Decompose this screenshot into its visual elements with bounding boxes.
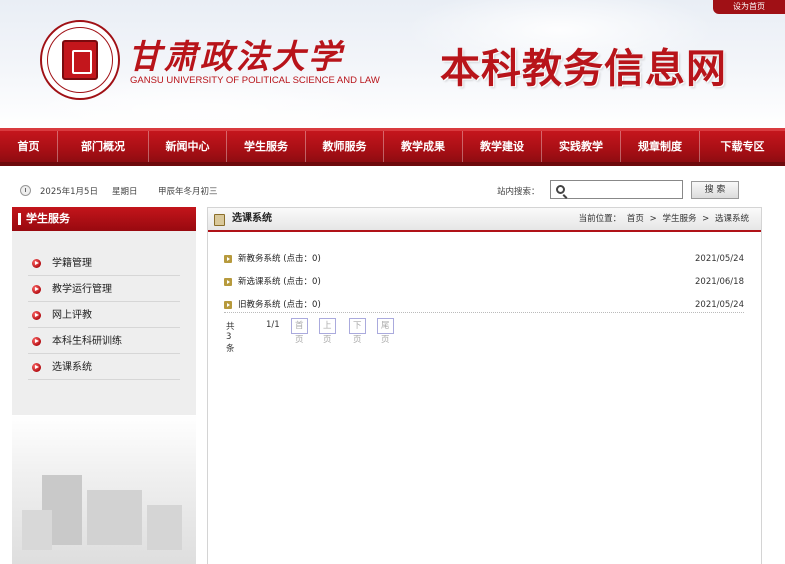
sidebar-list: 学籍管理 教学运行管理 网上评教 本科生科研训练 选课系统 [12, 251, 196, 380]
info-bar: 2025年1月5日 星期日 甲辰年冬月初三 站内搜索： 搜 索 [0, 178, 785, 204]
list-item-clicks: (点击：0) [283, 300, 321, 310]
content-title: 选课系统 [232, 213, 272, 224]
bullet-arrow-icon [32, 363, 41, 372]
page-number: 1/1 [266, 320, 280, 330]
sidebar-item-label: 学籍管理 [52, 258, 92, 269]
search-label: 站内搜索： [497, 187, 540, 197]
list-item-clicks: (点击：0) [283, 277, 321, 287]
campus-image [12, 415, 196, 564]
content-header: 选课系统 当前位置： 首页 > 学生服务 > 选课系统 [208, 208, 761, 232]
nav-item-regulations[interactable]: 规章制度 [621, 131, 700, 162]
list-item[interactable]: 新教务系统 (点击：0) 2021/05/24 [224, 252, 744, 275]
bullet-arrow-icon [32, 311, 41, 320]
university-name-cn: 甘肃政法大学 [128, 37, 344, 76]
arrow-right-icon [224, 255, 232, 263]
sidebar-item-student-status[interactable]: 学籍管理 [28, 251, 180, 276]
next-page-button[interactable]: 下页 [349, 318, 366, 345]
sidebar-item-label: 教学运行管理 [52, 284, 112, 295]
lunar-date: 甲辰年冬月初三 [158, 187, 218, 197]
breadcrumb-separator: > [702, 214, 710, 224]
last-page-button[interactable]: 尾页 [377, 318, 394, 345]
total-count: 共3条 [226, 322, 235, 354]
clock-icon [20, 185, 31, 196]
site-title: 本科教务信息网 [440, 46, 727, 92]
nav-item-teaching-construction[interactable]: 教学建设 [463, 131, 542, 162]
breadcrumb-student-services[interactable]: 学生服务 [662, 214, 696, 224]
nav-item-teacher-services[interactable]: 教师服务 [306, 131, 384, 162]
nav-item-departments[interactable]: 部门概况 [58, 131, 149, 162]
prev-page-button[interactable]: 上页 [319, 318, 336, 345]
university-seal-logo [40, 20, 120, 100]
bullet-arrow-icon [32, 285, 41, 294]
sidebar-item-label: 网上评教 [52, 310, 92, 321]
list-item-title[interactable]: 新教务系统 [238, 254, 281, 264]
list-item-date: 2021/06/18 [695, 277, 744, 287]
breadcrumb-current: 选课系统 [714, 214, 749, 224]
nav-item-downloads[interactable]: 下载专区 [700, 131, 785, 162]
site-header: 设为首页 甘肃政法大学 GANSU UNIVERSITY OF POLITICA… [0, 0, 785, 128]
main-nav: 首页 部门概况 新闻中心 学生服务 教师服务 教学成果 教学建设 实践教学 规章… [0, 128, 785, 166]
bullet-arrow-icon [32, 337, 41, 346]
article-list: 新教务系统 (点击：0) 2021/05/24 新选课系统 (点击：0) 202… [224, 252, 744, 313]
current-weekday: 星期日 [112, 187, 138, 197]
search-box [550, 180, 683, 199]
sidebar: 学生服务 学籍管理 教学运行管理 网上评教 本科生科研训练 选课系统 [12, 207, 196, 564]
breadcrumb: 当前位置： 首页 > 学生服务 > 选课系统 [576, 208, 749, 230]
sidebar-item-online-evaluation[interactable]: 网上评教 [28, 303, 180, 328]
list-item-date: 2021/05/24 [695, 254, 744, 264]
list-item-title[interactable]: 新选课系统 [238, 277, 281, 287]
breadcrumb-home[interactable]: 首页 [627, 214, 644, 224]
list-item[interactable]: 新选课系统 (点击：0) 2021/06/18 [224, 275, 744, 298]
search-input[interactable] [571, 183, 679, 196]
nav-item-practice-teaching[interactable]: 实践教学 [542, 131, 621, 162]
nav-item-home[interactable]: 首页 [0, 131, 58, 162]
sidebar-item-label: 选课系统 [52, 362, 92, 373]
sidebar-title: 学生服务 [12, 207, 196, 231]
nav-item-teaching-results[interactable]: 教学成果 [384, 131, 463, 162]
breadcrumb-label: 当前位置： [578, 214, 622, 224]
bullet-arrow-icon [32, 259, 41, 268]
list-item-title[interactable]: 旧教务系统 [238, 300, 281, 310]
nav-item-student-services[interactable]: 学生服务 [227, 131, 306, 162]
sidebar-item-teaching-operation[interactable]: 教学运行管理 [28, 277, 180, 302]
current-date: 2025年1月5日 [40, 187, 98, 197]
arrow-right-icon [224, 301, 232, 309]
university-name-en: GANSU UNIVERSITY OF POLITICAL SCIENCE AN… [130, 75, 380, 86]
sidebar-item-research-training[interactable]: 本科生科研训练 [28, 329, 180, 354]
search-button[interactable]: 搜 索 [691, 181, 739, 199]
breadcrumb-separator: > [649, 214, 657, 224]
search-icon [556, 185, 565, 194]
list-item-clicks: (点击：0) [283, 254, 321, 264]
list-item-date: 2021/05/24 [695, 300, 744, 310]
nav-item-news[interactable]: 新闻中心 [149, 131, 227, 162]
main-content: 选课系统 当前位置： 首页 > 学生服务 > 选课系统 新教务系统 (点击：0)… [207, 207, 762, 564]
sidebar-item-course-selection[interactable]: 选课系统 [28, 355, 180, 380]
first-page-button[interactable]: 首页 [291, 318, 308, 345]
set-homepage-link[interactable]: 设为首页 [713, 0, 785, 14]
list-item[interactable]: 旧教务系统 (点击：0) 2021/05/24 [224, 298, 744, 313]
arrow-right-icon [224, 278, 232, 286]
sidebar-item-label: 本科生科研训练 [52, 336, 122, 347]
document-icon [214, 214, 225, 226]
